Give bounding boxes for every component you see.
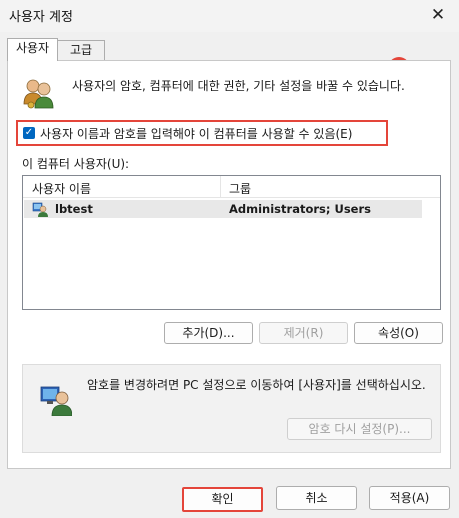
close-icon[interactable]: ✕	[423, 2, 453, 28]
password-group: 암호를 변경하려면 PC 설정으로 이동하여 [사용자]를 선택하십시오. 암호…	[22, 364, 441, 453]
checkmark-icon[interactable]: ✓	[23, 127, 35, 139]
list-header: 사용자 이름 그룹	[23, 176, 440, 198]
row-group: Administrators; Users	[229, 202, 371, 216]
tab-advanced[interactable]: 고급	[57, 40, 105, 61]
apply-button[interactable]: 적용(A)	[369, 486, 450, 510]
users-list[interactable]: 사용자 이름 그룹 lbtest Administrators; Users	[22, 175, 441, 310]
ok-button[interactable]: 확인	[182, 487, 263, 512]
column-header-username[interactable]: 사용자 이름	[32, 180, 91, 197]
require-login-checkbox[interactable]: ✓ 사용자 이름과 암호를 입력해야 이 컴퓨터를 사용할 수 있음(E)	[16, 120, 388, 146]
tab-users[interactable]: 사용자	[7, 38, 58, 61]
cancel-button[interactable]: 취소	[276, 486, 357, 510]
remove-user-button[interactable]: 제거(R)	[259, 322, 348, 344]
require-login-label[interactable]: 사용자 이름과 암호를 입력해야 이 컴퓨터를 사용할 수 있음(E)	[40, 125, 352, 142]
users-list-label: 이 컴퓨터 사용자(U):	[22, 157, 130, 171]
column-divider[interactable]	[220, 176, 221, 198]
table-row[interactable]: lbtest Administrators; Users	[24, 200, 422, 218]
users-description: 사용자의 암호, 컴퓨터에 대한 권한, 기타 설정을 바꿀 수 있습니다.	[72, 79, 405, 93]
users-icon	[23, 79, 54, 109]
password-user-icon	[40, 386, 72, 416]
properties-button[interactable]: 속성(O)	[354, 322, 443, 344]
window-title: 사용자 계정	[9, 10, 73, 25]
add-user-button[interactable]: 추가(D)...	[164, 322, 253, 344]
user-row-icon	[32, 202, 48, 217]
users-tab-panel: 사용자의 암호, 컴퓨터에 대한 권한, 기타 설정을 바꿀 수 있습니다. ✓…	[7, 60, 451, 469]
title-bar: 사용자 계정 ✕	[0, 0, 459, 32]
reset-password-button[interactable]: 암호 다시 설정(P)...	[287, 418, 432, 440]
row-username: lbtest	[55, 202, 93, 216]
password-instructions: 암호를 변경하려면 PC 설정으로 이동하여 [사용자]를 선택하십시오.	[87, 378, 426, 392]
column-header-group[interactable]: 그룹	[229, 180, 251, 197]
